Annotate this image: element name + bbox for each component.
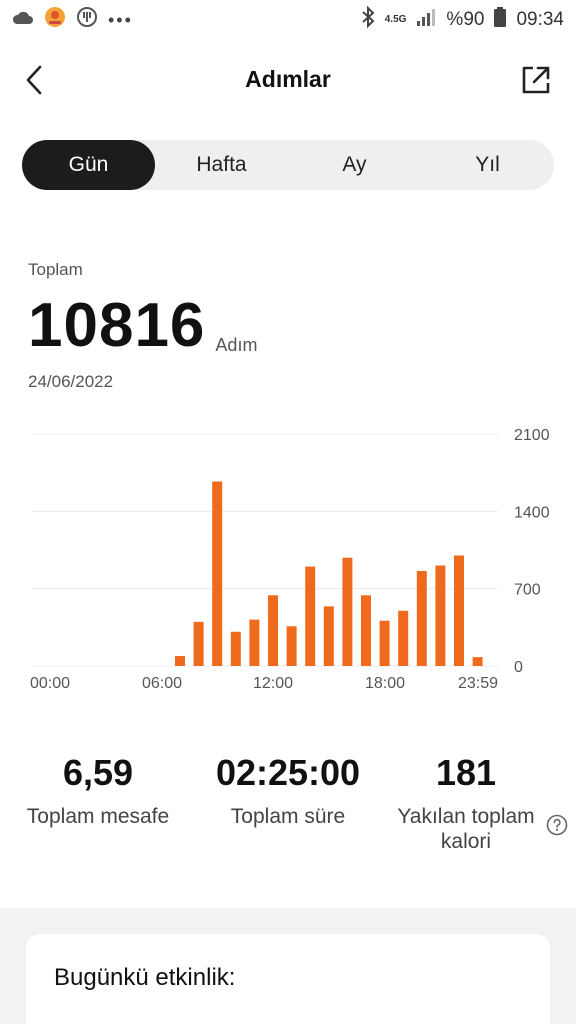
chart-x-tick-label: 23:59: [458, 675, 498, 692]
chart-bar[interactable]: [416, 570, 427, 666]
chart-bar[interactable]: [212, 481, 223, 666]
app-notification-icon: [44, 6, 66, 34]
tab-month[interactable]: Ay: [288, 140, 421, 190]
activity-card[interactable]: Bugünkü etkinlik:: [26, 934, 550, 1024]
fitness-app-icon: [76, 6, 98, 34]
chart-bar[interactable]: [472, 657, 483, 666]
chart-y-tick-label: 0: [514, 659, 523, 676]
total-steps-unit: Adım: [215, 335, 258, 355]
chart-bar[interactable]: [175, 656, 185, 666]
chart-bar[interactable]: [193, 621, 204, 666]
chart-bar[interactable]: [305, 566, 316, 666]
battery-icon: [494, 7, 507, 33]
duration-value: 02:25:00: [215, 752, 361, 793]
chart-x-tick-label: 00:00: [30, 675, 70, 692]
calories-label-line2: kalori: [440, 830, 492, 853]
chart-bar[interactable]: [286, 626, 297, 666]
chart-bar[interactable]: [398, 610, 409, 666]
tab-year[interactable]: Yıl: [421, 140, 554, 190]
distance-value: 6,59: [62, 752, 134, 793]
chart-x-tick-label: 06:00: [142, 675, 182, 692]
status-bar: ••• 4.5G %90 09:34: [0, 0, 576, 40]
chart-bar[interactable]: [249, 619, 260, 666]
steps-chart-svg: 2100 1400 700 0 00:00 06:00 12:00 18:00 23:59: [30, 427, 550, 692]
duration-label: Toplam süre: [230, 805, 346, 828]
bluetooth-icon: [361, 5, 375, 34]
chart-bar[interactable]: [230, 631, 241, 666]
chart-x-tick-label: 18:00: [365, 675, 405, 692]
stats-row: 6,59 Toplam mesafe 02:25:00 Toplam süre …: [0, 752, 576, 862]
page-title: Adımlar: [245, 66, 331, 92]
more-notifications-icon: •••: [108, 9, 133, 30]
cloud-icon: [12, 9, 34, 32]
chart-bar[interactable]: [361, 595, 371, 666]
calories-stat: 181 Yakılan toplam kalori: [384, 752, 548, 854]
status-right: 4.5G %90 09:34: [361, 5, 564, 34]
total-label: Toplam: [28, 260, 83, 279]
chart-bar[interactable]: [342, 557, 353, 666]
battery-level: %90: [446, 9, 485, 30]
chart-y-tick-label: 1400: [514, 504, 550, 521]
distance-stat: 6,59 Toplam mesafe: [8, 752, 188, 829]
date-label: 24/06/2022: [28, 372, 114, 391]
chart-x-tick-label: 12:00: [253, 675, 293, 692]
network-type: 4.5G: [384, 14, 407, 25]
signal-icon: [416, 8, 436, 32]
share-icon: [522, 66, 550, 94]
chart-bar[interactable]: [379, 620, 390, 666]
chart-bar[interactable]: [435, 565, 446, 666]
share-button[interactable]: [518, 62, 554, 98]
total-row: 10816 Adım: [28, 292, 257, 360]
chart-y-tick-label: 2100: [514, 427, 550, 444]
calories-label-line1: Yakılan toplam: [397, 805, 535, 828]
tab-week[interactable]: Hafta: [155, 140, 288, 190]
distance-label: Toplam mesafe: [26, 805, 170, 828]
clock: 09:34: [516, 9, 564, 30]
activity-title: Bugünkü etkinlik:: [54, 964, 236, 991]
chart-bar[interactable]: [454, 555, 464, 666]
calories-label: Yakılan toplam kalori: [384, 804, 548, 854]
status-left: •••: [12, 6, 133, 34]
duration-stat: 02:25:00 Toplam süre: [194, 752, 382, 829]
chart-bar[interactable]: [268, 595, 278, 666]
calories-value: 181: [435, 752, 497, 793]
tab-day[interactable]: Gün: [22, 140, 155, 190]
help-circle-icon[interactable]: [546, 814, 568, 836]
total-steps-value: 10816: [28, 291, 206, 360]
steps-chart[interactable]: 2100 1400 700 0 00:00 06:00 12:00 18:00 23:59: [0, 420, 576, 700]
period-tabs: Gün Hafta Ay Yıl: [22, 140, 554, 190]
chart-y-tick-label: 700: [514, 582, 541, 599]
chart-bar[interactable]: [323, 606, 334, 666]
app-header: Adımlar: [0, 50, 576, 110]
